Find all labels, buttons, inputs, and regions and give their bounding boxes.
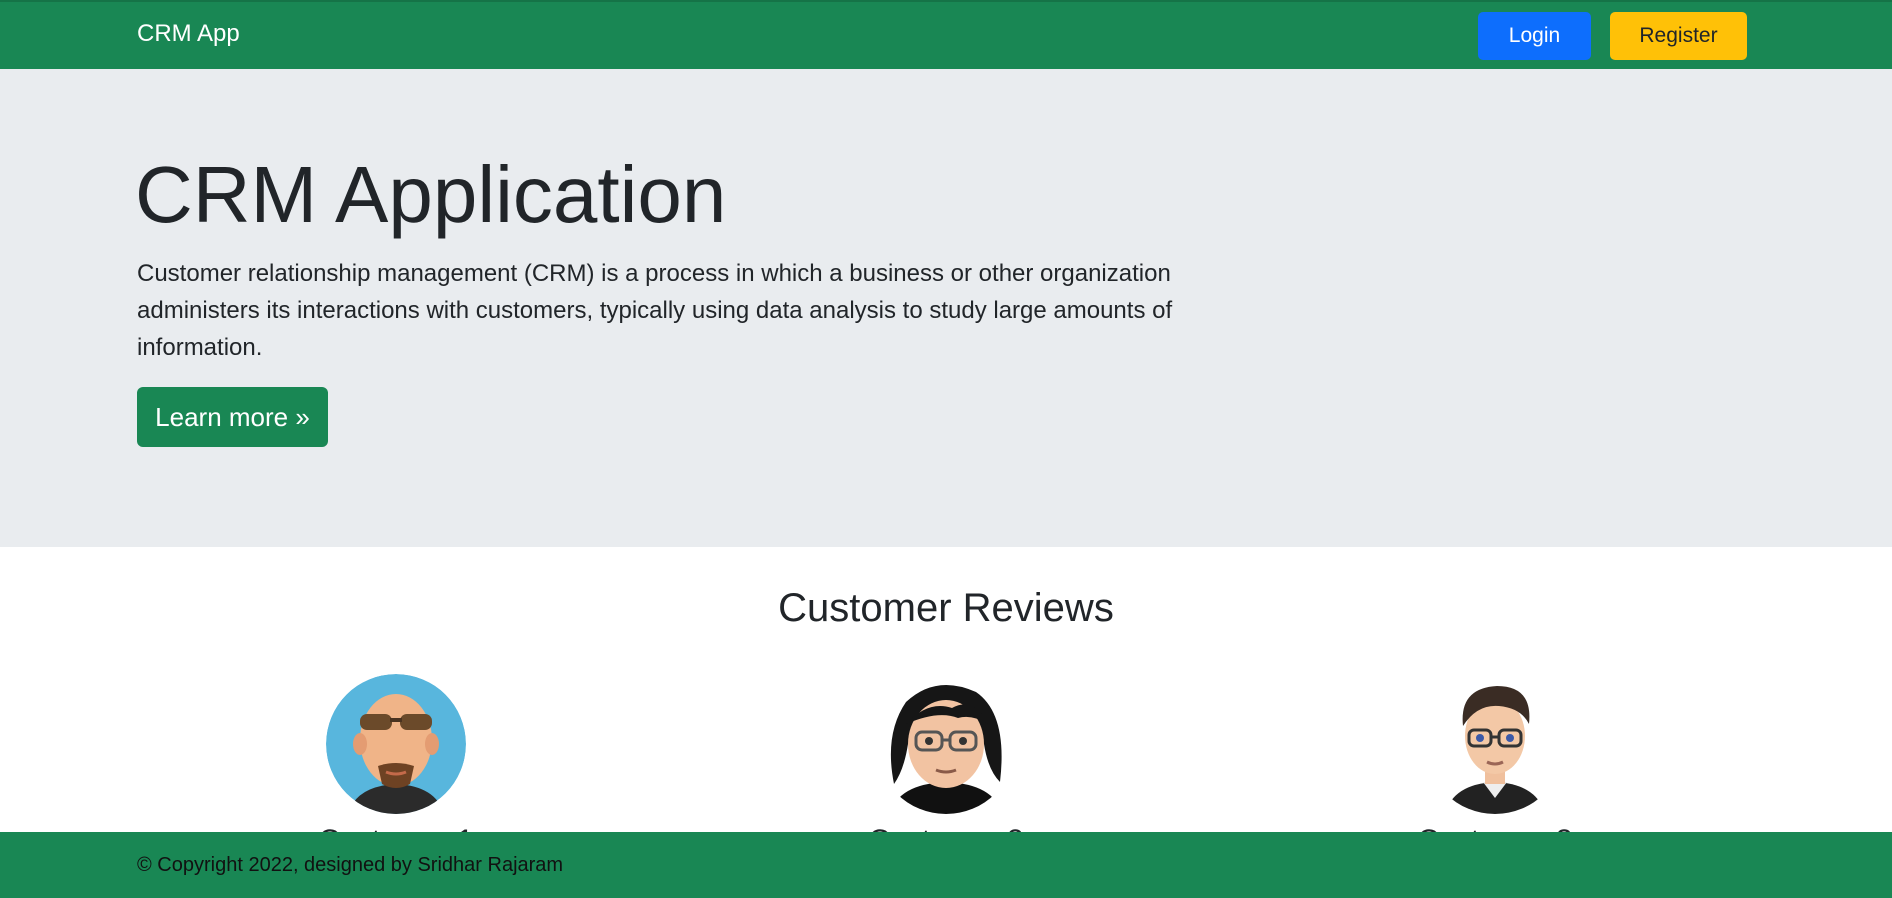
footer-copyright: © Copyright 2022, designed by Sridhar Ra…: [137, 854, 564, 876]
short-hair-glasses-avatar-icon: [1425, 674, 1565, 814]
hero-title: CRM Application: [135, 150, 727, 239]
customer-card: Customer 3: [1375, 674, 1615, 858]
bald-sunglasses-avatar-icon: [326, 674, 466, 814]
long-hair-glasses-avatar-icon: [876, 674, 1016, 814]
hero-description: Customer relationship management (CRM) i…: [137, 260, 1173, 361]
customer-card: Customer 1: [276, 674, 516, 858]
hero-jumbotron: CRM Application Customer relationship ma…: [0, 69, 1892, 547]
login-button[interactable]: Login: [1478, 12, 1591, 60]
learn-more-button[interactable]: Learn more »: [137, 387, 328, 447]
brand-link[interactable]: CRM App: [137, 20, 240, 48]
footer: © Copyright 2022, designed by Sridhar Ra…: [0, 832, 1892, 898]
top-navbar: CRM App Login Register: [0, 0, 1892, 69]
reviews-heading: Customer Reviews: [778, 586, 1114, 630]
customer-card: Customer 2: [826, 674, 1066, 858]
register-button[interactable]: Register: [1610, 12, 1747, 60]
